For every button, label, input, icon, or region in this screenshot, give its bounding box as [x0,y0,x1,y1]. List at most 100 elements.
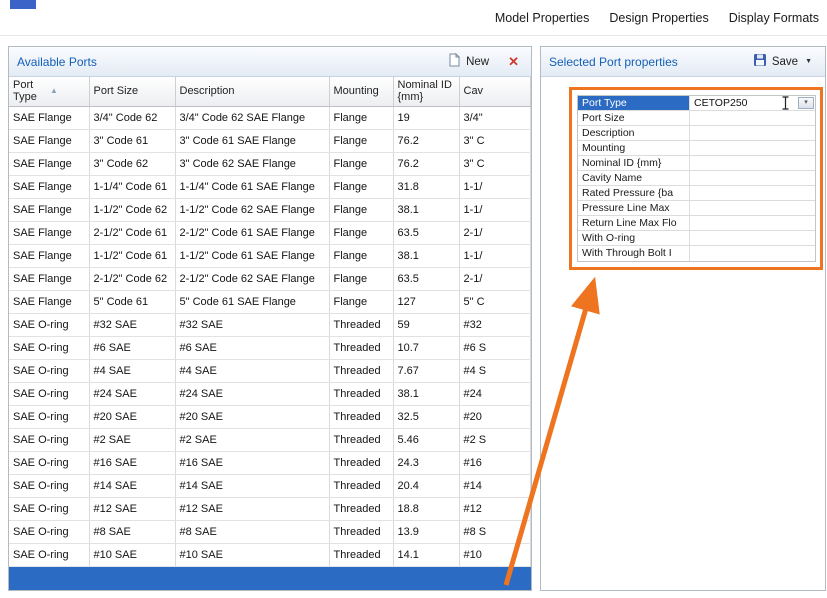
table-cell[interactable]: #2 SAE [175,428,330,452]
property-row[interactable]: Rated Pressure {ba [578,186,815,201]
table-row[interactable]: SAE O-ring #4 SAE #4 SAE Threaded 7.67 #4 S [9,359,531,383]
table-cell[interactable]: #6 SAE [175,336,330,360]
property-label[interactable]: With Through Bolt I [578,246,690,261]
table-cell[interactable] [9,566,89,590]
table-cell[interactable]: #6 SAE [89,336,176,360]
table-cell[interactable]: 1-1/2" Code 62 [89,198,176,222]
table-cell[interactable]: 76.2 [393,152,460,176]
table-cell[interactable]: #4 SAE [175,359,330,383]
table-row[interactable]: SAE O-ring #20 SAE #20 SAE Threaded 32.5 #20 [9,405,531,429]
menu-item-display-formats[interactable]: Display Formats [727,9,821,27]
table-cell[interactable]: 2-1/ [459,221,531,245]
property-row[interactable]: Return Line Max Flo [578,216,815,231]
table-cell[interactable]: 2-1/ [459,267,531,291]
table-cell[interactable]: 1-1/ [459,244,531,268]
table-cell[interactable]: Flange [329,106,394,130]
table-row[interactable]: SAE O-ring #6 SAE #6 SAE Threaded 10.7 #6 S [9,336,531,360]
table-cell[interactable]: #14 [459,474,531,498]
table-cell[interactable]: SAE O-ring [9,451,90,475]
property-row[interactable]: Pressure Line Max [578,201,815,216]
table-cell[interactable]: 2-1/2" Code 61 SAE Flange [175,221,330,245]
table-cell[interactable]: Threaded [329,359,394,383]
table-cell[interactable]: 1-1/4" Code 61 [89,175,176,199]
table-cell[interactable]: #32 SAE [89,313,176,337]
table-row[interactable]: SAE Flange 1-1/4" Code 61 1-1/4" Code 61 S… [9,175,531,199]
table-cell[interactable]: SAE Flange [9,290,90,314]
property-value[interactable] [690,156,815,170]
table-cell[interactable]: #32 [459,313,531,337]
table-cell[interactable]: #8 SAE [89,520,176,544]
property-label[interactable]: Port Size [578,111,690,125]
property-label[interactable]: Pressure Line Max [578,201,690,215]
table-cell[interactable]: 24.3 [393,451,460,475]
property-row[interactable]: Nominal ID {mm} [578,156,815,171]
new-button[interactable]: New [442,50,494,73]
table-cell[interactable]: SAE O-ring [9,497,90,521]
table-cell[interactable]: 63.5 [393,221,460,245]
table-cell[interactable]: #12 SAE [175,497,330,521]
column-header-port-size[interactable]: Port Size [89,77,176,107]
property-label[interactable]: Cavity Name [578,171,690,185]
table-row[interactable]: SAE Flange 3" Code 61 3" Code 61 SAE Flang… [9,129,531,153]
table-cell[interactable]: SAE Flange [9,175,90,199]
table-cell[interactable]: 1-1/2" Code 61 [89,244,176,268]
table-cell[interactable]: 3/4" Code 62 [89,106,176,130]
table-cell[interactable] [393,566,459,590]
save-button[interactable]: Save ▼ [748,50,817,73]
property-value[interactable] [690,186,815,200]
table-cell[interactable]: #14 SAE [175,474,330,498]
property-value[interactable]: CETOP250 ▾ [690,96,815,110]
property-label[interactable]: Nominal ID {mm} [578,156,690,170]
table-cell[interactable]: 13.9 [393,520,460,544]
table-cell[interactable]: SAE O-ring [9,428,90,452]
table-cell[interactable]: SAE Flange [9,267,90,291]
property-value[interactable] [690,126,815,140]
property-label[interactable]: Description [578,126,690,140]
table-cell[interactable]: 3" Code 62 SAE Flange [175,152,330,176]
table-cell[interactable]: SAE O-ring [9,382,90,406]
table-cell[interactable]: 1-1/ [459,198,531,222]
table-cell[interactable]: #10 [459,543,531,567]
property-label[interactable]: Rated Pressure {ba [578,186,690,200]
table-cell[interactable]: 38.1 [393,382,460,406]
table-row[interactable]: SAE O-ring #10 SAE #10 SAE Threaded 14.1 #10 [9,543,531,567]
table-cell[interactable]: SAE O-ring [9,543,90,567]
table-cell[interactable]: Threaded [329,336,394,360]
table-cell[interactable]: SAE O-ring [9,520,90,544]
table-cell[interactable]: Flange [329,175,394,199]
table-cell[interactable]: Threaded [329,313,394,337]
table-cell[interactable]: Flange [329,244,394,268]
table-cell[interactable]: SAE Flange [9,198,90,222]
table-cell[interactable]: SAE Flange [9,244,90,268]
property-row[interactable]: Description [578,126,815,141]
table-cell[interactable]: 5.46 [393,428,460,452]
menu-item-design-properties[interactable]: Design Properties [607,9,710,27]
property-value[interactable] [690,111,815,125]
table-cell[interactable]: #4 SAE [89,359,176,383]
table-cell[interactable]: Threaded [329,451,394,475]
property-value[interactable] [690,216,815,230]
table-row[interactable]: SAE O-ring #2 SAE #2 SAE Threaded 5.46 #2 S [9,428,531,452]
table-cell[interactable]: 14.1 [393,543,460,567]
property-value[interactable] [690,246,815,261]
table-row[interactable]: SAE Flange 3" Code 62 3" Code 62 SAE Flang… [9,152,531,176]
table-row[interactable]: SAE Flange 1-1/2" Code 61 1-1/2" Code 61 S… [9,244,531,268]
property-label[interactable]: Return Line Max Flo [578,216,690,230]
table-cell[interactable]: #20 SAE [89,405,176,429]
table-cell[interactable]: Threaded [329,497,394,521]
table-cell[interactable]: SAE Flange [9,129,90,153]
property-row[interactable]: Mounting [578,141,815,156]
table-cell[interactable]: #2 S [459,428,531,452]
table-cell[interactable] [175,566,329,590]
table-row[interactable]: SAE O-ring #16 SAE #16 SAE Threaded 24.3 #16 [9,451,531,475]
table-cell[interactable]: Flange [329,267,394,291]
table-row[interactable]: SAE O-ring #32 SAE #32 SAE Threaded 59 #32 [9,313,531,337]
table-cell[interactable]: 3" C [459,129,531,153]
table-cell[interactable]: #12 [459,497,531,521]
table-row[interactable]: SAE O-ring #12 SAE #12 SAE Threaded 18.8 #12 [9,497,531,521]
table-cell[interactable]: #24 SAE [89,382,176,406]
table-cell[interactable]: 31.8 [393,175,460,199]
table-cell[interactable]: #16 SAE [89,451,176,475]
column-header-description[interactable]: Description [175,77,330,107]
table-cell[interactable]: 2-1/2" Code 62 SAE Flange [175,267,330,291]
